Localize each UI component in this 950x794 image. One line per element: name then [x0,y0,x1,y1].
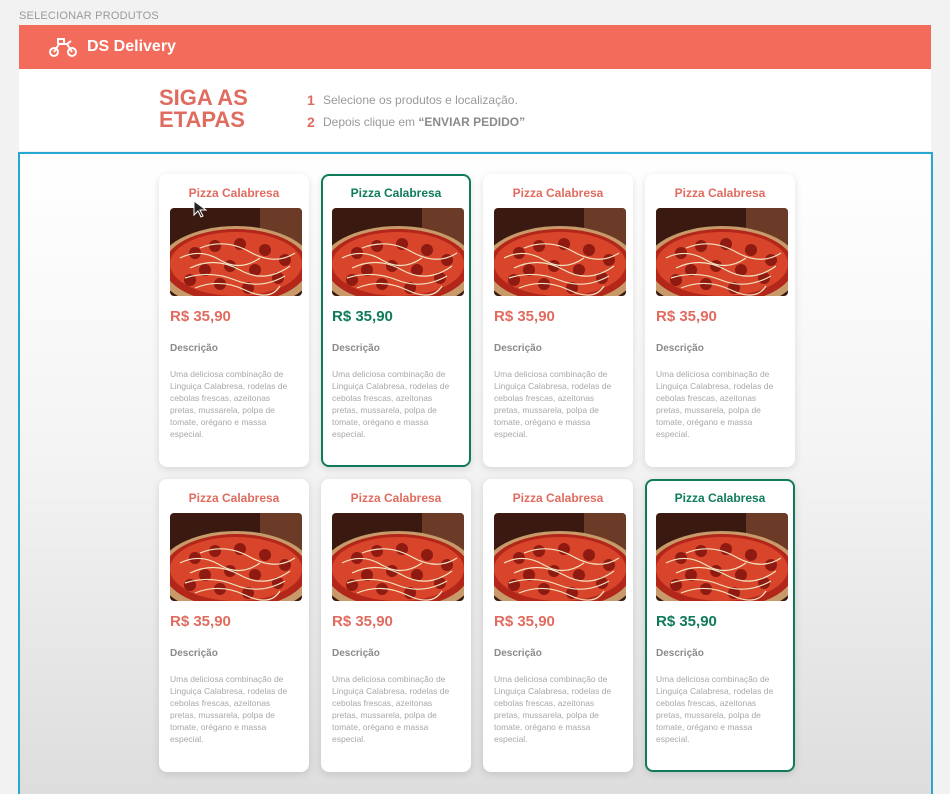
description-label: Descrição [656,343,704,354]
product-name: Pizza Calabresa [674,491,766,505]
product-description: Uma deliciosa combinação de Linguiça Cal… [656,369,774,439]
product-name: Pizza Calabresa [512,186,604,200]
description-label: Descrição [656,648,704,659]
product-price: R$ 35,90 [494,308,555,325]
pizza-image [656,208,788,296]
step-number: 1 [307,92,315,108]
products-grid: Pizza Calabresa R$ 35,90 Descrição Uma d… [159,174,795,772]
product-name: Pizza Calabresa [188,186,280,200]
description-label: Descrição [332,648,380,659]
product-description: Uma deliciosa combinação de Linguiça Cal… [494,369,612,439]
product-description: Uma deliciosa combinação de Linguiça Cal… [494,674,612,744]
product-card[interactable]: Pizza Calabresa R$ 35,90 Descrição Uma d… [645,174,795,467]
product-card[interactable]: Pizza Calabresa R$ 35,90 Descrição Uma d… [645,479,795,772]
pizza-image [494,208,626,296]
step-text-prefix: Depois clique em [323,115,419,129]
description-label: Descrição [170,343,218,354]
description-label: Descrição [494,648,542,659]
product-price: R$ 35,90 [656,308,717,325]
description-label: Descrição [170,648,218,659]
product-card[interactable]: Pizza Calabresa R$ 35,90 Descrição Uma d… [321,174,471,467]
product-price: R$ 35,90 [656,613,717,630]
steps-panel: SIGA AS ETAPAS 1 Selecione os produtos e… [19,69,931,151]
step-item: 2 Depois clique em “ENVIAR PEDIDO” [307,111,525,133]
pizza-image [332,513,464,601]
description-label: Descrição [332,343,380,354]
product-name: Pizza Calabresa [512,491,604,505]
product-card[interactable]: Pizza Calabresa R$ 35,90 Descrição Uma d… [483,479,633,772]
product-price: R$ 35,90 [332,613,393,630]
product-price: R$ 35,90 [170,308,231,325]
product-description: Uma deliciosa combinação de Linguiça Cal… [332,674,450,744]
mouse-cursor-icon [193,200,207,218]
product-price: R$ 35,90 [332,308,393,325]
product-description: Uma deliciosa combinação de Linguiça Cal… [170,369,288,439]
product-name: Pizza Calabresa [674,186,766,200]
pizza-image [332,208,464,296]
step-text: Selecione os produtos e localização. [323,93,518,107]
brand-name[interactable]: DS Delivery [87,38,176,56]
product-card[interactable]: Pizza Calabresa R$ 35,90 Descrição Uma d… [483,174,633,467]
step-text-bold: “ENVIAR PEDIDO” [418,115,526,129]
product-description: Uma deliciosa combinação de Linguiça Cal… [656,674,774,744]
product-name: Pizza Calabresa [350,491,442,505]
product-name: Pizza Calabresa [350,186,442,200]
pizza-image [170,208,302,296]
pizza-image [494,513,626,601]
step-text: Depois clique em “ENVIAR PEDIDO” [323,115,525,129]
product-name: Pizza Calabresa [188,491,280,505]
product-price: R$ 35,90 [494,613,555,630]
description-label: Descrição [494,343,542,354]
product-card[interactable]: Pizza Calabresa R$ 35,90 Descrição Uma d… [159,479,309,772]
pizza-image [170,513,302,601]
page-label: SELECIONAR PRODUTOS [19,10,159,22]
step-number: 2 [307,114,315,130]
pizza-image [656,513,788,601]
step-item: 1 Selecione os produtos e localização. [307,89,525,111]
navbar: DS Delivery [19,25,931,69]
product-description: Uma deliciosa combinação de Linguiça Cal… [332,369,450,439]
product-card[interactable]: Pizza Calabresa R$ 35,90 Descrição Uma d… [321,479,471,772]
delivery-scooter-icon [49,38,77,57]
product-price: R$ 35,90 [170,613,231,630]
products-container: Pizza Calabresa R$ 35,90 Descrição Uma d… [18,152,933,794]
steps-list: 1 Selecione os produtos e localização. 2… [307,89,525,133]
product-card[interactable]: Pizza Calabresa R$ 35,90 Descrição Uma d… [159,174,309,467]
steps-title: SIGA AS ETAPAS [159,85,248,132]
product-description: Uma deliciosa combinação de Linguiça Cal… [170,674,288,744]
